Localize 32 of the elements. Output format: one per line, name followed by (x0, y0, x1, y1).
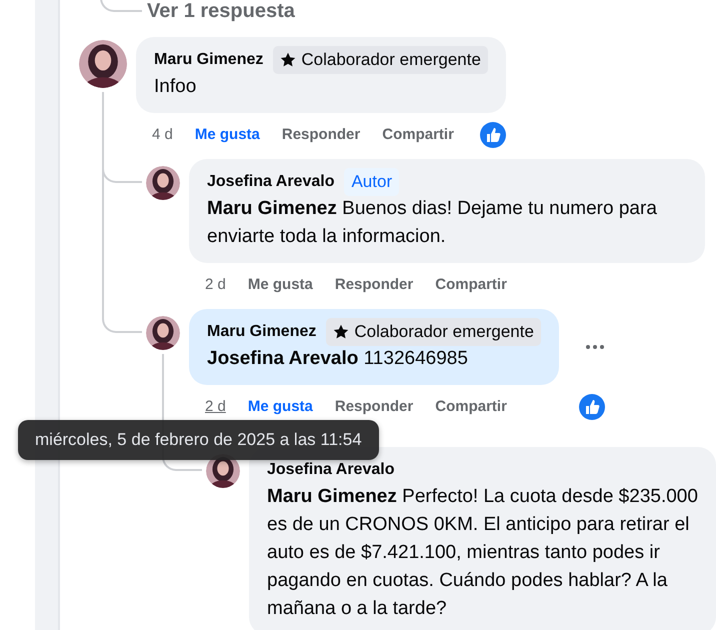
like-link[interactable]: Me gusta (248, 274, 313, 296)
share-link[interactable]: Compartir (382, 124, 454, 146)
view-replies-link[interactable]: Ver 1 respuesta (147, 0, 295, 22)
contributor-badge: Colaborador emergente (273, 46, 488, 74)
reply-link[interactable]: Responder (282, 124, 360, 146)
avatar[interactable] (146, 166, 180, 200)
date-tooltip: miércoles, 5 de febrero de 2025 a las 11:54 (18, 420, 379, 460)
avatar[interactable] (79, 40, 127, 88)
thread-connector (102, 307, 142, 333)
comment-text: Infoo (154, 75, 198, 99)
author-name[interactable]: Josefina Arevalo (207, 170, 334, 194)
like-link[interactable]: Me gusta (248, 396, 313, 418)
timestamp-link[interactable]: 4 d (152, 124, 173, 146)
comment-text: Maru Gimenez Perfecto! La cuota desde $235.000 es de un CRONOS 0KM. El anticipo para retirar el auto es de $7.421.100, mientras tanto podes ir pagando en cuotas. Cuándo podes hablar? A la mañana o a la tarde? (267, 485, 698, 621)
timestamp-link[interactable]: 2 d (205, 274, 226, 296)
author-name[interactable]: Maru Gimenez (154, 48, 264, 72)
star-icon (280, 52, 296, 68)
author-badge: Autor (344, 168, 400, 196)
reply-link[interactable]: Responder (334, 274, 414, 296)
comment-text: Maru Gimenez Buenos dias! Dejame tu numero para enviarte toda la informacion. (207, 197, 658, 249)
star-icon (333, 324, 350, 340)
share-link[interactable]: Compartir (435, 396, 507, 418)
share-link[interactable]: Compartir (435, 274, 507, 296)
timestamp-link[interactable]: 2 d (205, 396, 226, 418)
avatar[interactable] (146, 316, 180, 350)
contributor-badge: Colaborador emergente (326, 318, 541, 346)
author-name[interactable]: Maru Gimenez (207, 320, 316, 344)
like-link[interactable]: Me gusta (194, 124, 260, 146)
reply-link[interactable]: Responder (334, 396, 414, 418)
more-icon[interactable] (584, 344, 605, 350)
comment-text: Josefina Arevalo 1132646985 (207, 347, 469, 371)
author-name[interactable]: Josefina Arevalo (267, 458, 394, 482)
